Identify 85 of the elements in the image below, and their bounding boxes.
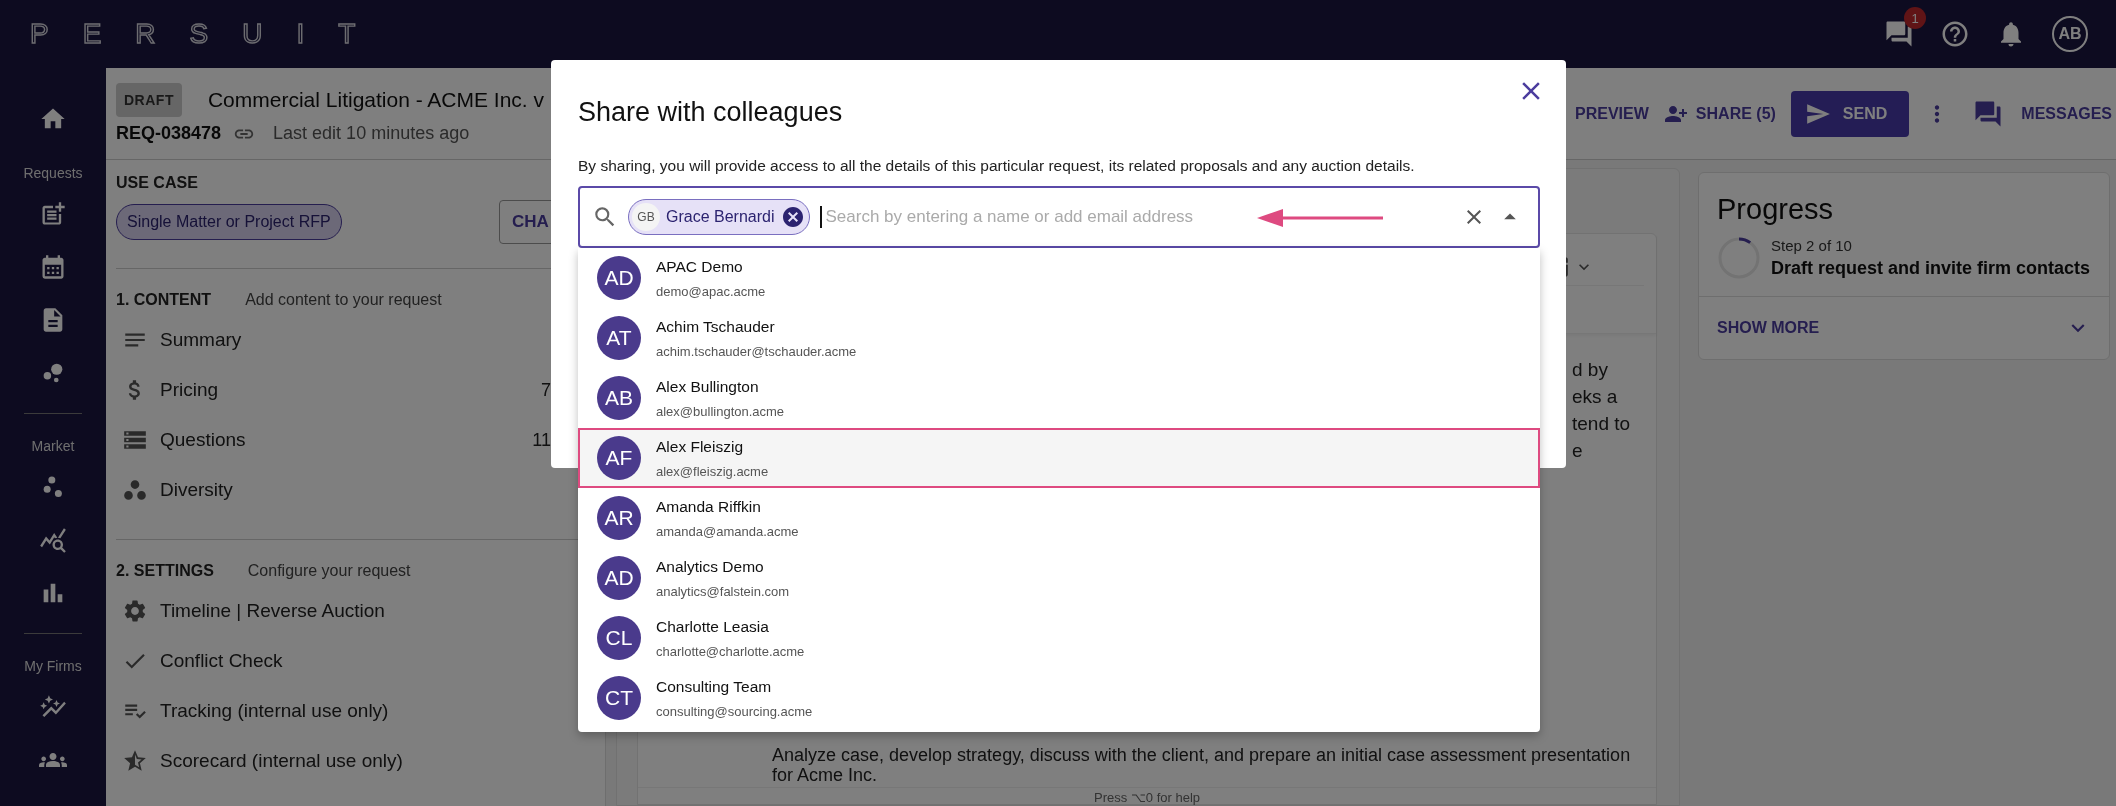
- person-email: alex@bullington.acme: [656, 403, 785, 419]
- section-item[interactable]: Questions: [160, 429, 246, 451]
- person-avatar: AD: [597, 256, 641, 300]
- person-email: demo@apac.acme: [656, 283, 766, 299]
- progress-description: Draft request and invite firm contacts: [1771, 258, 2091, 279]
- remove-icon[interactable]: [780, 205, 805, 229]
- section-item[interactable]: Pricing: [160, 379, 219, 401]
- person-avatar: CL: [597, 616, 641, 660]
- item-count: 11: [532, 429, 551, 451]
- item-count: 7: [541, 379, 551, 401]
- progress-ring: [1717, 236, 1761, 280]
- nav-section-label: Market: [31, 437, 75, 456]
- section-hint: Add content to your request: [245, 291, 442, 309]
- suggestion-row[interactable]: AB Alex Bullington alex@bullington.acme: [578, 368, 1540, 428]
- nav-section-label: My Firms: [24, 657, 82, 676]
- section-item[interactable]: Scorecard (internal use only): [160, 750, 403, 772]
- section-item[interactable]: Tracking (internal use only): [160, 700, 389, 722]
- suggestion-row[interactable]: AD Analytics Demo analytics@falstein.com: [578, 548, 1540, 608]
- request-title: Commercial Litigation - ACME Inc. v: [207, 87, 545, 112]
- help-hint: Press ⌥0 for help: [1093, 790, 1200, 805]
- person-avatar: AT: [597, 316, 641, 360]
- editor-text: e: [1572, 439, 1584, 463]
- person-avatar: AR: [597, 496, 641, 540]
- section-item[interactable]: Timeline | Reverse Auction: [160, 600, 385, 622]
- section-hint: Configure your request: [247, 562, 411, 580]
- use-case-chip: Single Matter or Project RFP: [116, 204, 342, 240]
- suggestion-row[interactable]: AT Achim Tschauder achim.tschauder@tschauder.acme: [578, 308, 1540, 368]
- chip-name: Grace Bernardi: [666, 208, 775, 226]
- person-name: Alex Bullington: [656, 377, 760, 396]
- person-name: Amanda Riffkin: [656, 497, 762, 516]
- notification-badge: 1: [1904, 7, 1926, 29]
- suggestion-row[interactable]: CT Consulting Team consulting@sourcing.acme: [578, 668, 1540, 728]
- suggestion-row[interactable]: AD APAC Demo demo@apac.acme: [578, 248, 1540, 308]
- logo: PERSUIT: [30, 18, 390, 50]
- person-name: Analytics Demo: [656, 557, 765, 576]
- person-name: Achim Tschauder: [656, 317, 776, 336]
- person-email: consulting@sourcing.acme: [656, 703, 813, 719]
- settings-icon: [122, 598, 148, 624]
- help-icon[interactable]: [1940, 19, 1970, 49]
- messages-button[interactable]: MESSAGES: [1965, 98, 2112, 129]
- dialog-description: By sharing, you will provide access to all the details of this particular request, its related proposals and any auction details.: [578, 156, 1416, 176]
- person-name: APAC Demo: [656, 257, 744, 276]
- suggestion-row[interactable]: AF Alex Fleiszig alex@fleiszig.acme: [578, 428, 1540, 488]
- messages-icon[interactable]: [1884, 19, 1914, 49]
- request-id: REQ-038478: [116, 123, 222, 144]
- section-heading: 2. SETTINGS: [116, 562, 214, 580]
- person-email: achim.tschauder@tschauder.acme: [656, 343, 857, 359]
- person-email: amanda@amanda.acme: [656, 523, 799, 539]
- half-star-icon: [122, 748, 148, 774]
- section-heading: 1. CONTENT: [116, 291, 212, 309]
- person-email: charlotte@charlotte.acme: [656, 643, 805, 659]
- suggestion-row[interactable]: AR Amanda Riffkin amanda@amanda.acme: [578, 488, 1540, 548]
- editor-text: tend to: [1572, 412, 1632, 436]
- dialog-title: Share with colleagues: [578, 96, 844, 129]
- person-email: alex@fleiszig.acme: [656, 463, 769, 479]
- progress-step: Step 2 of 10: [1771, 237, 2091, 254]
- suggestion-row[interactable]: CL Charlotte Leasia charlotte@charlotte.acme: [578, 608, 1540, 668]
- bullet-text: Analyze case, develop strategy, discuss with the client, and prepare an initial case assessment presentation for Acme Inc.: [772, 745, 1632, 785]
- send-button[interactable]: SEND: [1790, 90, 1910, 137]
- editor-text: eks a: [1572, 385, 1619, 409]
- person-avatar: AD: [597, 556, 641, 600]
- editor-text: d by: [1572, 358, 1609, 382]
- person-avatar: AF: [597, 436, 641, 480]
- section-item[interactable]: Diversity: [160, 479, 233, 501]
- progress-title: Progress: [1717, 193, 1835, 226]
- person-email: analytics@falstein.com: [656, 583, 790, 599]
- person-name: Charlotte Leasia: [656, 617, 770, 636]
- use-case-heading: USE CASE: [116, 174, 199, 192]
- circle-dots-icon: [122, 477, 148, 503]
- share-button[interactable]: SHARE (5): [1663, 101, 1776, 126]
- last-edit-text: Last edit 10 minutes ago: [273, 123, 470, 144]
- show-more-button[interactable]: SHOW MORE: [1699, 297, 2109, 359]
- person-name: Alex Fleiszig: [656, 437, 744, 456]
- chip-avatar: GB: [632, 203, 660, 231]
- people-search-field[interactable]: GB Grace Bernardi Search by entering a name or add email address: [578, 186, 1540, 248]
- section-item[interactable]: Summary: [160, 329, 242, 351]
- user-avatar[interactable]: AB: [2052, 16, 2088, 52]
- person-chip[interactable]: GB Grace Bernardi: [628, 199, 810, 235]
- person-avatar: AB: [597, 376, 641, 420]
- preview-button[interactable]: PREVIEW: [1575, 104, 1649, 123]
- nav-section-label: Requests: [23, 164, 83, 183]
- person-name: Consulting Team: [656, 677, 773, 696]
- section-item[interactable]: Conflict Check: [160, 650, 283, 672]
- status-tag: DRAFT: [116, 82, 182, 117]
- person-avatar: CT: [597, 676, 641, 720]
